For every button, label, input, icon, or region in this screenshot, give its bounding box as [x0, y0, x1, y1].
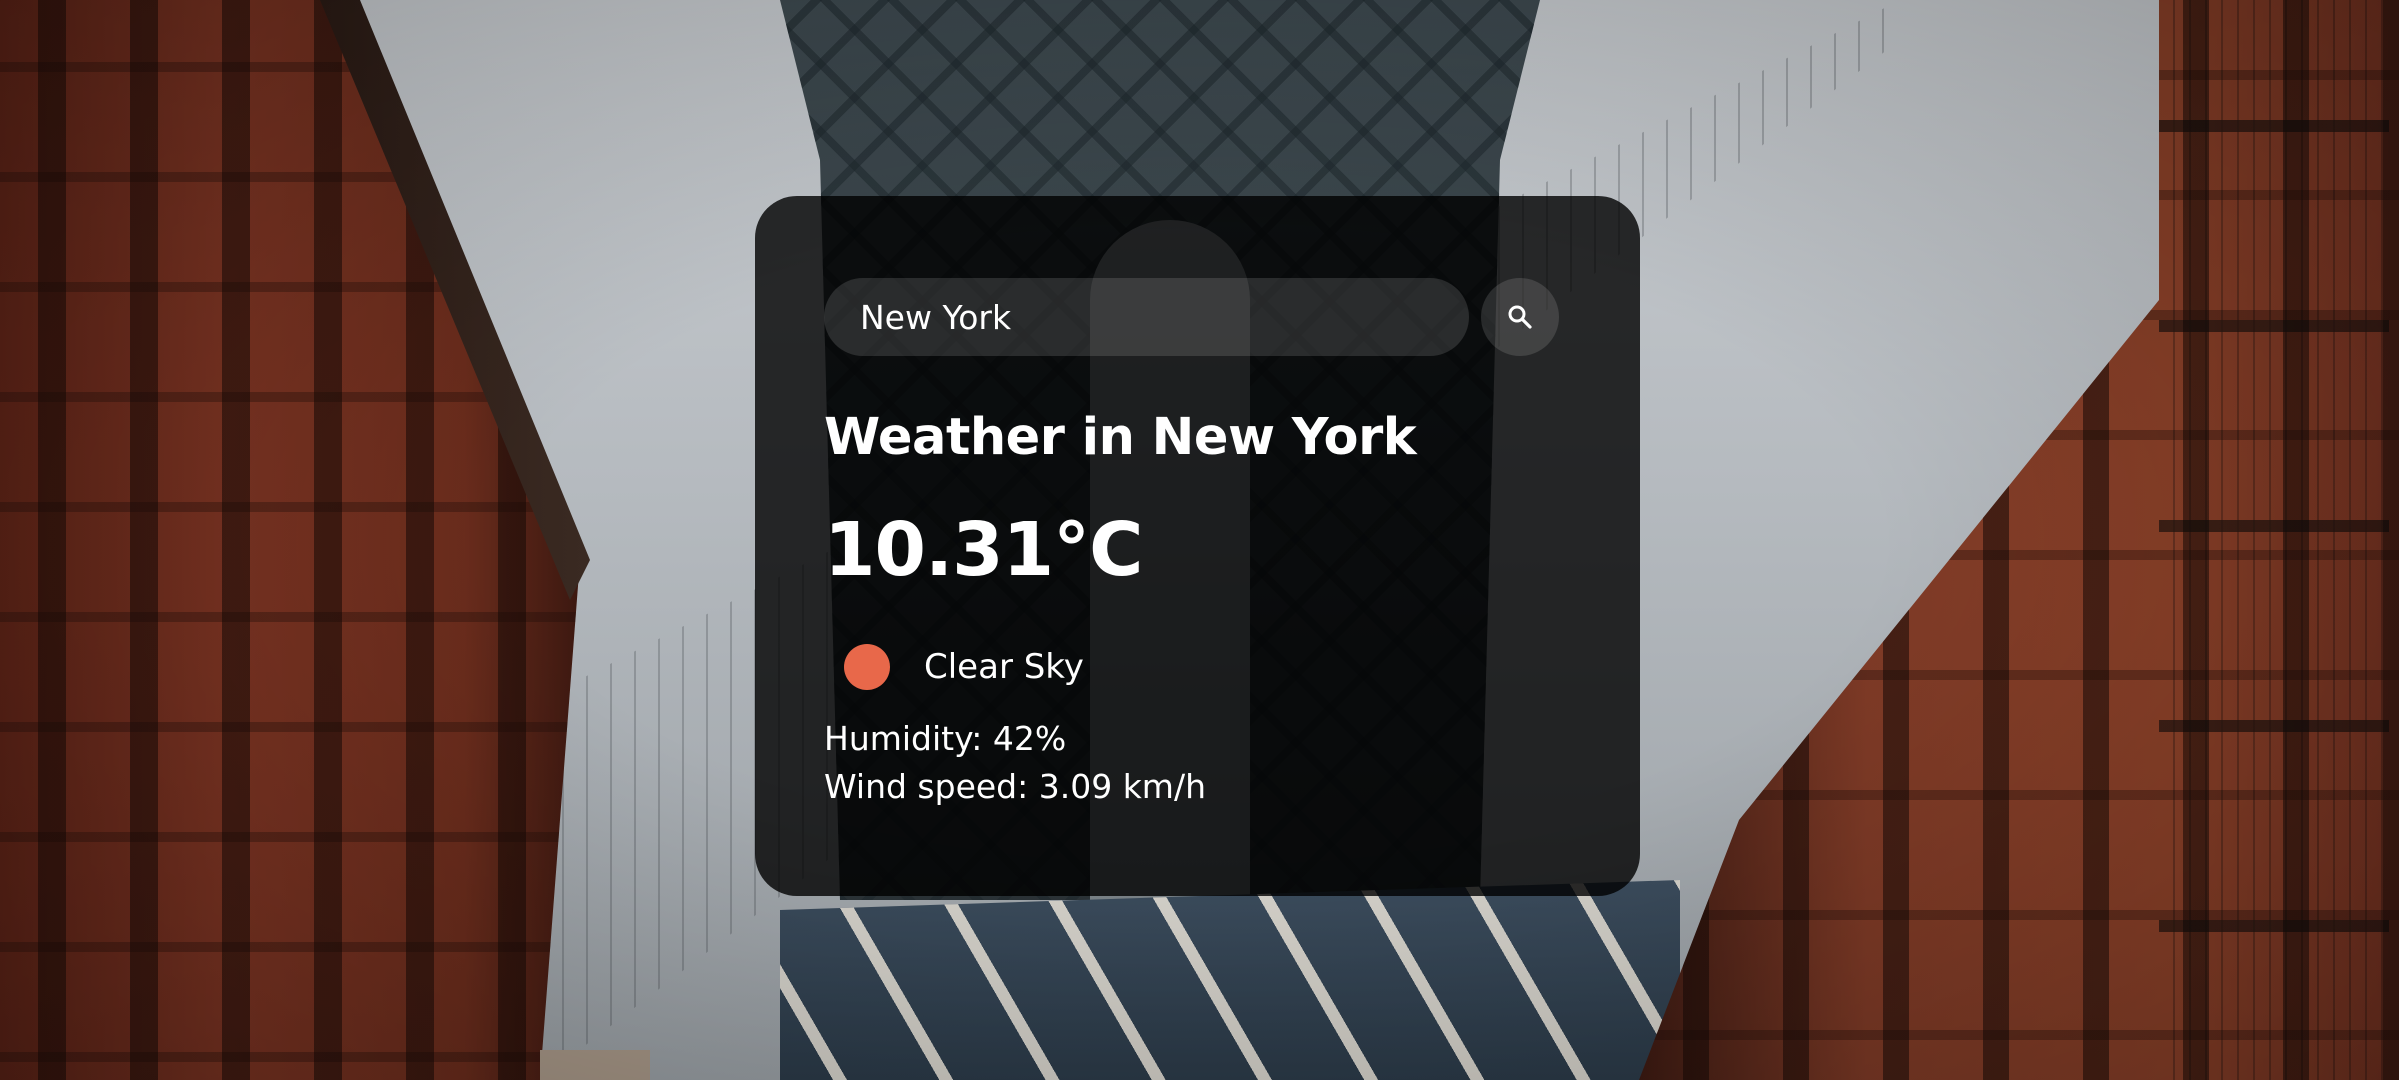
humidity-text: Humidity: 42% — [824, 719, 1067, 758]
weather-card: Weather in New York 10.31°C Clear Sky Hu… — [755, 196, 1640, 896]
condition-text: Clear Sky — [924, 647, 1084, 687]
wind-speed-text: Wind speed: 3.09 km/h — [824, 767, 1206, 806]
search-input[interactable] — [824, 278, 1469, 356]
sun-icon — [844, 644, 890, 690]
background-photo: Weather in New York 10.31°C Clear Sky Hu… — [0, 0, 2399, 1080]
temperature-value: 10.31°C — [824, 507, 1143, 593]
search-icon — [1508, 305, 1532, 329]
condition-row: Clear Sky — [824, 641, 1570, 693]
search-button[interactable] — [1481, 278, 1559, 356]
weather-title: Weather in New York — [824, 408, 1417, 467]
search-bar — [824, 278, 1570, 356]
